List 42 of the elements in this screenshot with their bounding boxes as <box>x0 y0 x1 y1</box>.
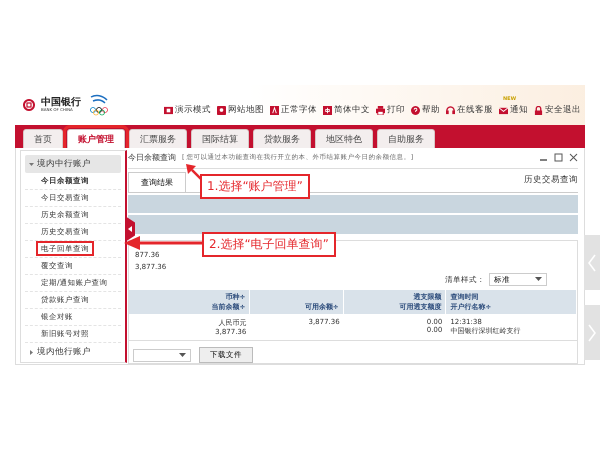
chevron-right-icon <box>588 324 596 342</box>
nav-tab[interactable]: 国际结算 <box>191 129 249 148</box>
toolbar-link[interactable]: 通知 <box>499 104 528 116</box>
annotation-arrow <box>186 164 202 180</box>
toolbar-link[interactable]: 在线客服 <box>446 104 493 116</box>
caret-icon <box>179 352 186 358</box>
nav-tab[interactable]: 贷款服务 <box>253 129 311 148</box>
font-icon <box>270 106 279 114</box>
toolbar-link[interactable]: 正常字体 <box>270 104 317 116</box>
logo-name: 中国银行 <box>41 98 81 108</box>
toolbar-link[interactable]: 打印 <box>376 104 405 116</box>
menu-group[interactable]: 境内他行账户 <box>25 343 121 361</box>
mail-icon <box>499 106 508 114</box>
breadcrumb: 今日余额查询 <box>128 152 176 164</box>
caret-icon <box>29 350 34 354</box>
toolbar-link[interactable]: 帮助 <box>411 104 440 116</box>
caret-icon <box>29 162 34 166</box>
menu-group[interactable]: 境内中行账户 <box>25 155 121 173</box>
bank-logo-icon <box>23 99 35 111</box>
nav-tab[interactable]: 地区特色 <box>315 129 373 148</box>
annotation-label: 2.选择“电子回单查询” <box>202 232 336 257</box>
printer-icon <box>376 106 385 114</box>
nav-tab[interactable]: 汇票服务 <box>129 129 187 148</box>
caret-icon <box>535 277 542 282</box>
language-icon <box>323 106 332 114</box>
chevron-left-icon <box>588 254 596 272</box>
nav-tab[interactable]: 首页 <box>23 129 63 148</box>
toolbar-link[interactable]: 网站地图 <box>217 104 264 116</box>
headset-icon <box>446 106 455 114</box>
maximize-icon[interactable] <box>554 153 563 162</box>
results-tab[interactable]: 查询结果 <box>128 172 186 192</box>
annotation-label: 1.选择“账户管理” <box>200 174 310 199</box>
toolbar-link[interactable]: 演示模式 <box>164 104 211 116</box>
close-icon[interactable] <box>569 153 578 162</box>
film-icon <box>164 106 173 114</box>
toolbar-link[interactable]: 简体中文 <box>323 104 370 116</box>
lock-icon <box>534 106 543 114</box>
toolbar-link[interactable]: 安全退出 <box>534 104 581 116</box>
history-link[interactable]: 历史交易查询 <box>524 174 578 192</box>
nav-tab[interactable]: 自助服务 <box>377 129 435 148</box>
olympic-emblem-drawing <box>87 94 111 116</box>
help-icon <box>411 106 420 114</box>
